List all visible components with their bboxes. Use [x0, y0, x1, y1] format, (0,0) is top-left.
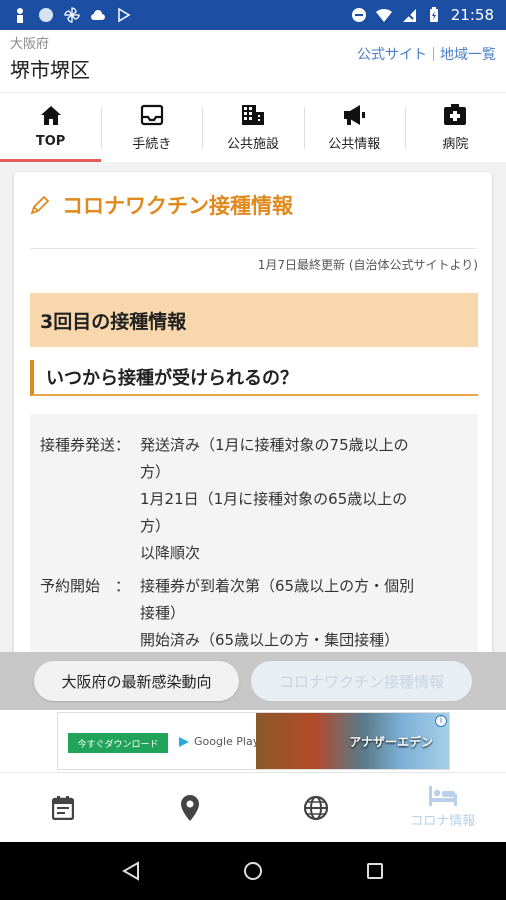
globe-icon: [304, 795, 329, 820]
row-line: 方）: [140, 463, 171, 481]
tab-label: 病院: [442, 137, 469, 152]
tab-label: TOP: [35, 133, 66, 149]
inbox-icon: [140, 104, 163, 126]
row-key: 接種券発送：: [40, 436, 131, 454]
row-line: 接種券が到着次第（65歳以上の方・個別: [140, 577, 415, 595]
row-key: 予約開始 ：: [40, 577, 131, 595]
row-line: 以降順次: [140, 544, 201, 562]
tab-public-info[interactable]: 公共情報: [303, 93, 405, 162]
ad-download-button[interactable]: 今すぐダウンロード: [68, 733, 168, 753]
pinwheel-icon: [64, 7, 80, 23]
play-store-icon: [118, 7, 131, 23]
tab-top[interactable]: TOP: [0, 93, 102, 162]
recents-icon[interactable]: [366, 862, 384, 880]
hospital-icon: [444, 104, 467, 125]
info-row-ticket: 接種券発送： 発送済み（1月に接種対象の75歳以上の 方） 1月21日（1月に接…: [40, 432, 468, 567]
card-title-text: コロナワクチン接種情報: [62, 194, 293, 218]
official-site-link[interactable]: 公式サイト: [357, 44, 427, 64]
region-list-link[interactable]: 地域一覧: [440, 44, 496, 64]
calendar-icon: [52, 795, 75, 820]
building-icon: [242, 105, 264, 125]
back-icon[interactable]: [121, 861, 140, 881]
tab-hospital[interactable]: 病院: [404, 93, 506, 162]
row-line: 発送済み（1月に接種対象の75歳以上の: [140, 436, 409, 454]
signal-icon: [402, 9, 416, 22]
pencil-icon: [30, 195, 50, 215]
shortcut-bar: 大阪府の最新感染動向 コロナワクチン接種情報: [0, 652, 506, 710]
header-links: 公式サイト 地域一覧: [357, 44, 496, 64]
dnd-icon: [351, 8, 366, 22]
section-title: 3回目の接種情報: [30, 293, 478, 347]
bottom-nav-map[interactable]: [127, 773, 254, 842]
tab-label: 公共情報: [328, 137, 381, 152]
row-value: 接種券が到着次第（65歳以上の方・個別 接種） 開始済み（65歳以上の方・集団接…: [140, 573, 468, 652]
question-heading: いつから接種が受けられるの？: [30, 360, 478, 396]
ad-info-icon[interactable]: i: [435, 715, 447, 727]
wifi-icon: [375, 8, 392, 22]
ad-store-label: Google Play: [194, 735, 260, 748]
row-line: 1月21日（1月に接種対象の65歳以上の: [140, 490, 408, 508]
bottom-nav: コロナ情報: [0, 772, 506, 842]
vaccine-info-card: コロナワクチン接種情報 1月7日最終更新 (自治体公式サイトより) 3回目の接種…: [14, 172, 492, 652]
home-circle-icon[interactable]: [243, 861, 263, 881]
bottom-nav-calendar[interactable]: [0, 773, 127, 842]
page-title: 堺市堺区: [10, 58, 90, 82]
tab-procedures[interactable]: 手続き: [101, 93, 202, 162]
battery-icon: [429, 7, 438, 22]
tab-label: 手続き: [132, 137, 172, 152]
system-nav-bar: [0, 842, 506, 900]
megaphone-icon: [344, 105, 366, 125]
tab-bar: TOP 手続き 公共施設 公共情報 病院: [0, 92, 506, 162]
info-box: 接種券発送： 発送済み（1月に接種対象の75歳以上の 方） 1月21日（1月に接…: [30, 414, 478, 652]
vaccine-info-button[interactable]: コロナワクチン接種情報: [251, 661, 472, 701]
divider: [30, 248, 476, 249]
osaka-trend-button[interactable]: 大阪府の最新感染動向: [34, 661, 240, 701]
location-pin-icon: [180, 794, 199, 821]
person-icon: [17, 8, 23, 23]
card-title: コロナワクチン接種情報: [30, 190, 293, 220]
status-bar: 21:58: [0, 0, 506, 30]
row-value: 発送済み（1月に接種対象の75歳以上の 方） 1月21日（1月に接種対象の65歳…: [140, 432, 468, 567]
circle-icon: [39, 8, 53, 22]
main-content[interactable]: コロナワクチン接種情報 1月7日最終更新 (自治体公式サイトより) 3回目の接種…: [0, 162, 506, 652]
bottom-nav-covid[interactable]: コロナ情報: [380, 773, 506, 842]
ad-banner[interactable]: 今すぐダウンロード Google Play アナザーエデン i: [57, 712, 450, 770]
bottom-nav-web[interactable]: [253, 773, 380, 842]
bed-icon: [428, 786, 457, 806]
row-line: 開始済み（65歳以上の方・集団接種）: [140, 631, 400, 649]
row-line: 方）: [140, 517, 171, 535]
last-updated: 1月7日最終更新 (自治体公式サイトより): [257, 258, 478, 272]
prefecture-label: 大阪府: [10, 37, 50, 52]
row-line: 接種）: [140, 604, 186, 622]
ad-game-logo: アナザーエデン: [349, 735, 433, 749]
ad-google-play: Google Play: [178, 735, 259, 748]
link-divider: [433, 47, 434, 61]
info-row-reservation: 予約開始 ： 接種券が到着次第（65歳以上の方・個別 接種） 開始済み（65歳以…: [40, 573, 468, 652]
tab-label: 公共施設: [227, 137, 280, 152]
cloud-icon: [91, 10, 105, 20]
tab-public-facilities[interactable]: 公共施設: [202, 93, 303, 162]
play-store-icon: [179, 736, 189, 747]
home-icon: [40, 105, 61, 125]
app-header: 大阪府 堺市堺区 公式サイト 地域一覧: [0, 30, 506, 92]
bottom-nav-label: コロナ情報: [410, 814, 476, 829]
ad-artwork: アナザーエデン: [256, 713, 449, 769]
ad-banner-area: 今すぐダウンロード Google Play アナザーエデン i: [0, 710, 506, 772]
clock: 21:58: [450, 6, 494, 24]
